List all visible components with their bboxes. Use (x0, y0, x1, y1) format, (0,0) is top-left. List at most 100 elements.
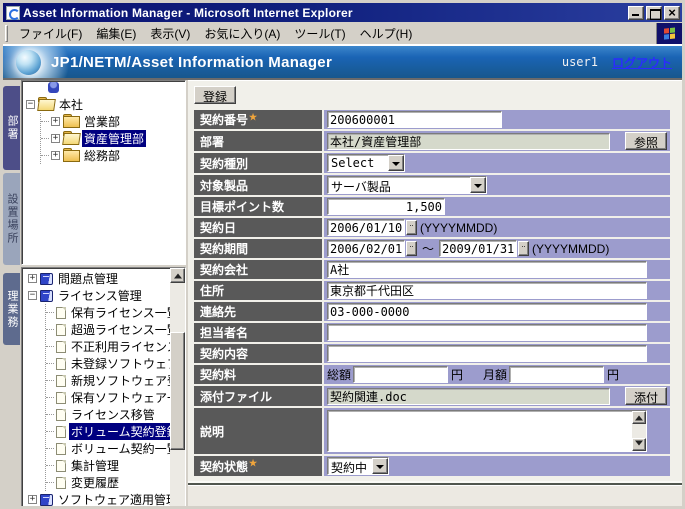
target-points-input[interactable] (327, 198, 445, 215)
field-label: 契約状態★ (194, 456, 322, 476)
period-separator: ～ (422, 240, 434, 257)
plus-icon[interactable] (51, 151, 60, 160)
minus-icon[interactable] (28, 291, 37, 300)
tree-item[interactable]: ライセンス管理 (28, 287, 185, 304)
tree-item[interactable]: 総務部 (41, 147, 185, 164)
field-label: 担当者名 (194, 323, 322, 342)
tree-item[interactable]: ソフトウェア適用管理 (28, 491, 185, 508)
contract-status-select[interactable]: 契約中 (327, 457, 389, 475)
scrollbar-thumb[interactable] (170, 332, 185, 450)
calendar-picker-icon[interactable]: .. (518, 241, 529, 256)
textarea-scrollbar[interactable] (632, 411, 646, 451)
globe-icon (16, 50, 41, 75)
logout-link[interactable]: ログアウト (612, 54, 672, 71)
contact-input[interactable] (327, 303, 647, 320)
field-label: 連絡先 (194, 302, 322, 321)
title-bar[interactable]: Asset Information Manager - Microsoft In… (3, 3, 682, 22)
tab-management-tasks[interactable]: 理業務 (3, 273, 20, 345)
form-row: 目標ポイント数 (194, 197, 670, 216)
field-label: 契約期間 (194, 239, 322, 258)
maximize-button[interactable] (646, 6, 662, 20)
page-icon (56, 358, 66, 370)
menu-file[interactable]: ファイル(F) (12, 23, 89, 44)
scroll-up-button[interactable] (632, 411, 646, 424)
org-root-icon (48, 82, 59, 93)
menu-tools[interactable]: ツール(T) (287, 23, 352, 44)
contract-date-input[interactable] (327, 219, 405, 236)
tree-item[interactable]: 変更履歴 (46, 474, 185, 491)
plus-icon[interactable] (51, 117, 60, 126)
tree-item[interactable]: 新規ソフトウェア登録 (46, 372, 185, 389)
person-in-charge-input[interactable] (327, 324, 647, 341)
plus-icon[interactable] (28, 274, 37, 283)
dept-root-label[interactable]: 本社 (57, 96, 85, 113)
tree-item[interactable]: 本社 (26, 96, 185, 113)
target-product-select[interactable]: サーバ製品 (327, 176, 487, 194)
form-row: 連絡先 (194, 302, 670, 321)
tree-item[interactable]: 未登録ソフトウェア利 (46, 355, 185, 372)
scroll-down-button[interactable] (632, 438, 646, 451)
description-textarea[interactable] (327, 410, 647, 452)
page-icon (56, 375, 66, 387)
menu-favorites[interactable]: お気に入り(A) (197, 23, 287, 44)
address-input[interactable] (327, 282, 647, 299)
contract-details-input[interactable] (327, 345, 647, 362)
task-panel: 理業務 問題点管理 ライセンス管理 (3, 267, 186, 509)
menu-help[interactable]: ヘルプ(H) (353, 23, 420, 44)
period-start-input[interactable] (327, 240, 405, 257)
form-row: 契約状態★ 契約中 (194, 456, 670, 476)
fee-monthly-input[interactable] (509, 366, 604, 383)
contract-company-input[interactable] (327, 261, 647, 278)
chevron-down-icon[interactable] (372, 458, 388, 474)
tree-item[interactable]: ボリューム契約一覧 (46, 440, 185, 457)
page-icon (56, 443, 66, 455)
tab-location[interactable]: 設置場所 (3, 173, 20, 265)
toolbar-grip[interactable] (5, 25, 8, 42)
minus-icon[interactable] (26, 100, 35, 109)
tree-item[interactable]: 不正利用ライセンス一 (46, 338, 185, 355)
required-star-icon: ★ (249, 110, 257, 123)
tree-item[interactable]: 集計管理 (46, 457, 185, 474)
minimize-button[interactable] (628, 6, 644, 20)
chevron-down-icon[interactable] (388, 155, 404, 171)
field-label: 目標ポイント数 (194, 197, 322, 216)
close-button[interactable] (664, 6, 680, 20)
menu-edit[interactable]: 編集(E) (89, 23, 143, 44)
tree-item[interactable]: 保有ライセンス一覧 (46, 304, 185, 321)
tree-item-selected[interactable]: ボリューム契約登録 (46, 423, 185, 440)
tree-item[interactable]: 保有ソフトウェア一覧 (46, 389, 185, 406)
vertical-scrollbar[interactable] (170, 268, 185, 509)
calendar-picker-icon[interactable]: .. (406, 220, 417, 235)
contract-number-input[interactable] (327, 111, 502, 128)
folder-open-icon (38, 99, 54, 110)
calendar-picker-icon[interactable]: .. (406, 241, 417, 256)
dept-item-label[interactable]: 営業部 (82, 113, 122, 130)
field-label: 対象製品 (194, 175, 322, 195)
plus-icon[interactable] (51, 134, 60, 143)
tree-item[interactable]: 超過ライセンス一覧 (46, 321, 185, 338)
plus-icon[interactable] (28, 495, 37, 504)
register-button[interactable]: 登録 (194, 86, 236, 104)
tree-item[interactable]: 営業部 (41, 113, 185, 130)
tree-item[interactable]: 資産管理部 (41, 130, 185, 147)
chevron-down-icon[interactable] (470, 177, 486, 193)
dept-item-label-selected[interactable]: 資産管理部 (82, 130, 146, 147)
fee-total-input[interactable] (353, 366, 448, 383)
menu-view[interactable]: 表示(V) (143, 23, 197, 44)
period-end-input[interactable] (439, 240, 517, 257)
dept-item-label[interactable]: 総務部 (82, 147, 122, 164)
field-label: 契約番号★ (194, 110, 322, 129)
scroll-up-button[interactable] (170, 268, 185, 283)
form-row: 担当者名 (194, 323, 670, 342)
tab-department[interactable]: 部署 (3, 86, 20, 170)
tree-item[interactable]: ライセンス移管 (46, 406, 185, 423)
tree-item[interactable]: 問題点管理 (28, 270, 185, 287)
book-icon (40, 494, 53, 506)
form-row: 住所 (194, 281, 670, 300)
contract-type-select[interactable]: Select (327, 154, 405, 172)
field-label: 添付ファイル (194, 386, 322, 406)
fee-monthly-label: 月額 (483, 366, 507, 383)
attach-button[interactable]: 添付 (625, 387, 667, 405)
browse-button[interactable]: 参照 (625, 132, 667, 150)
form-row: 契約期間 .. ～ .. (YYYYMMDD) (194, 239, 670, 258)
